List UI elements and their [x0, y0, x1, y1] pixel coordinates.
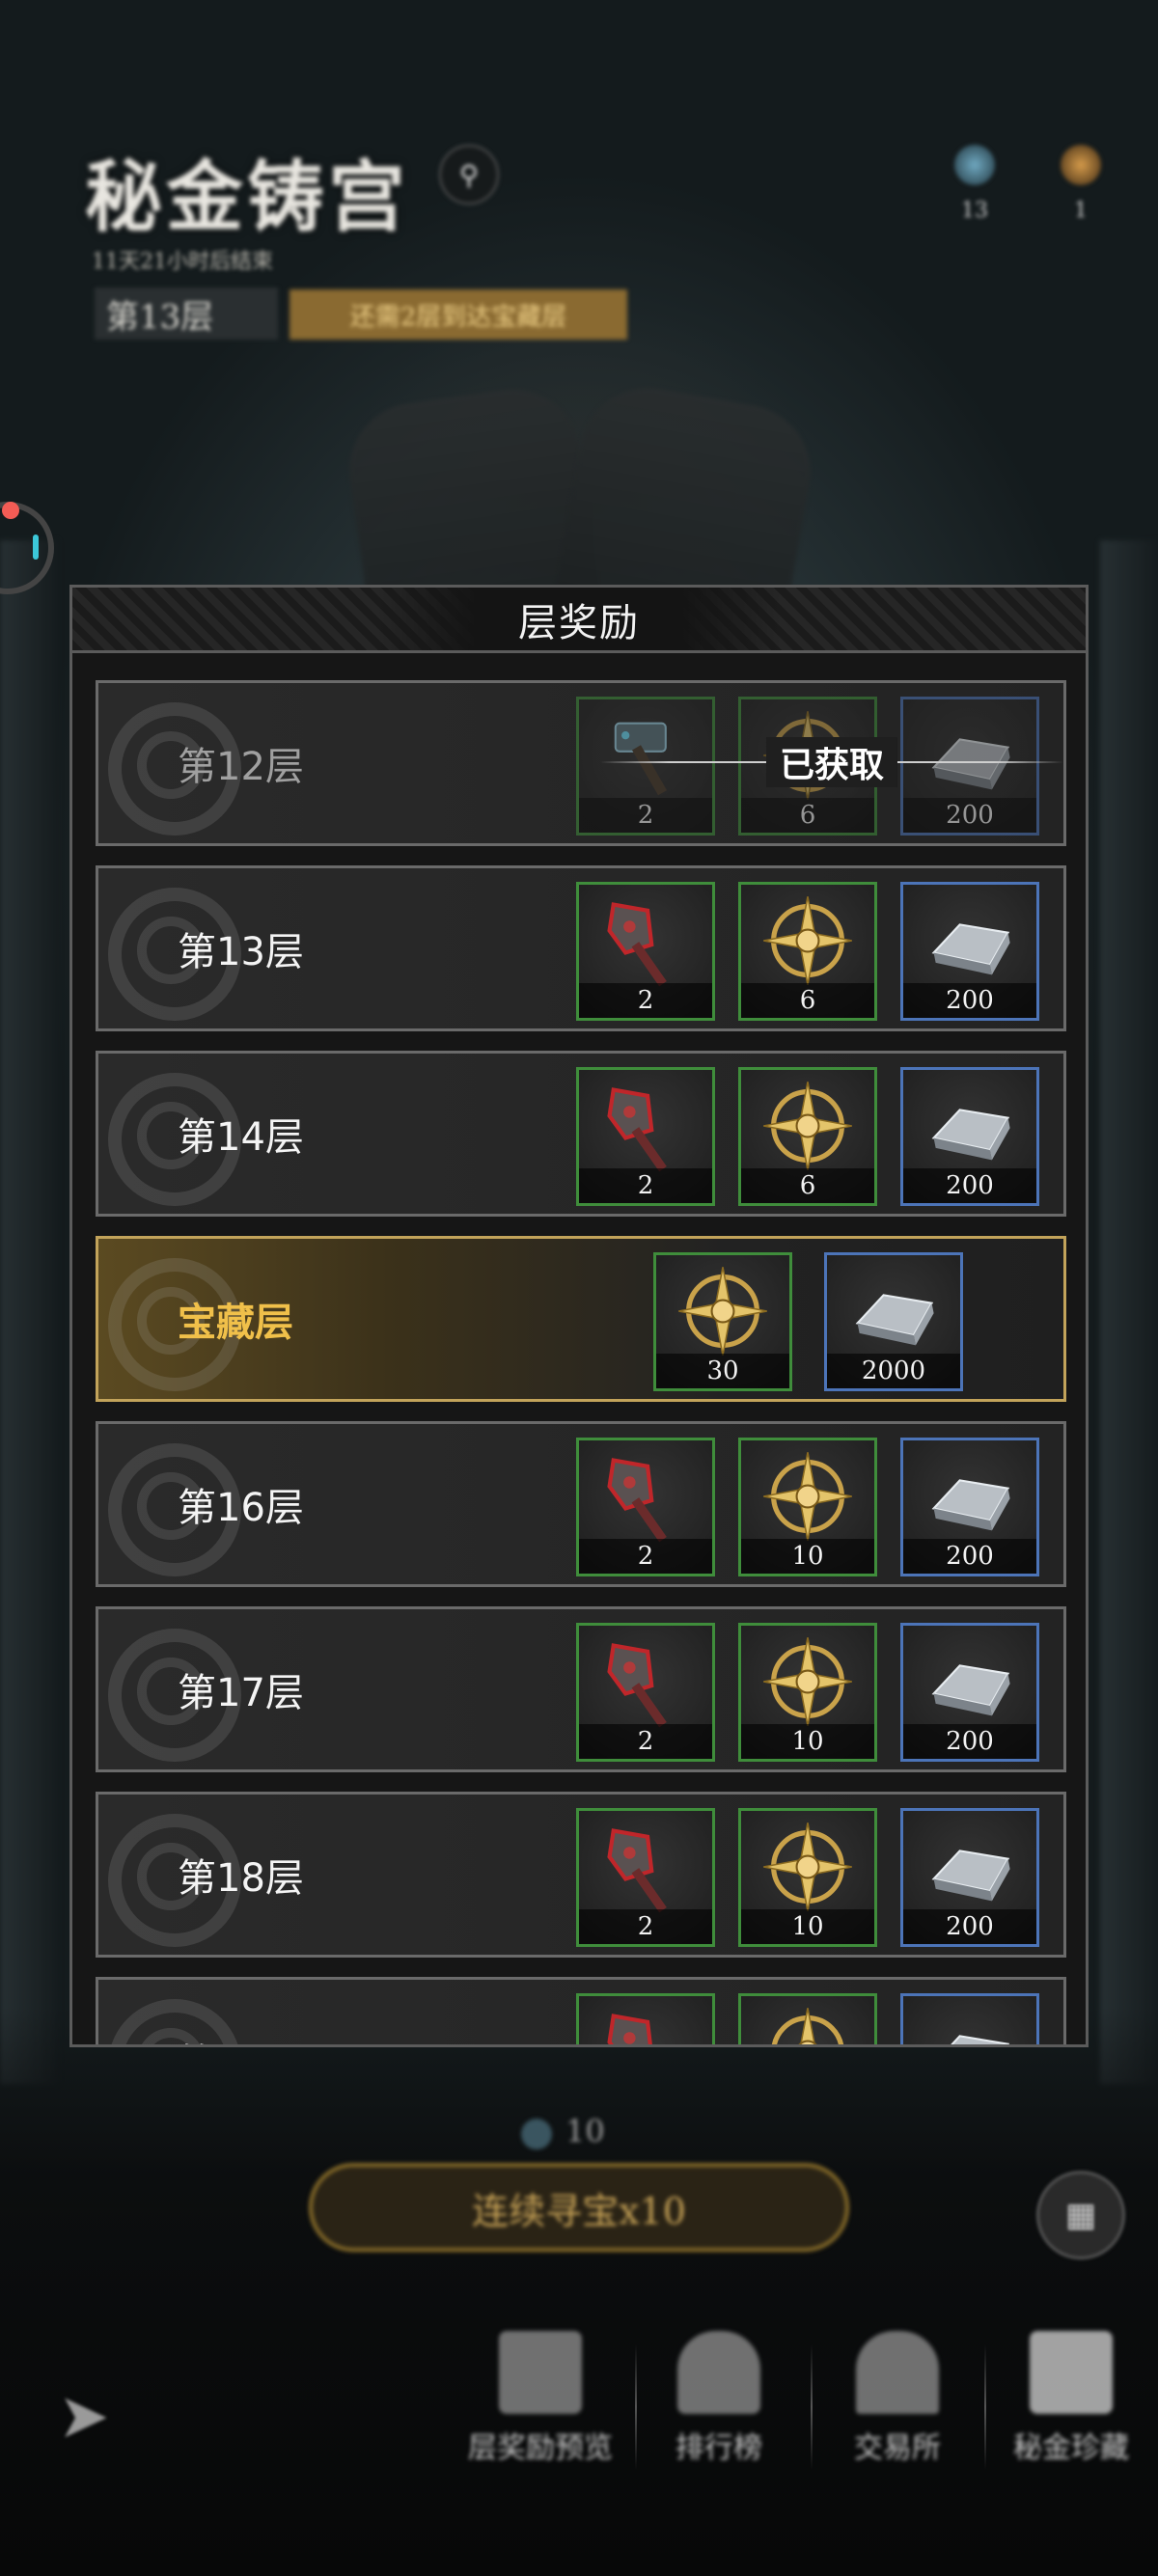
reward-item[interactable]: 2 — [576, 1067, 715, 1206]
reward-count: 6 — [741, 1168, 874, 1203]
reward-count: 200 — [903, 1168, 1036, 1203]
reward-count: 6 — [741, 983, 874, 1018]
nav-divider — [984, 2344, 986, 2470]
floor-label: 第19层 — [178, 1980, 304, 2044]
reward-item[interactable] — [738, 1993, 877, 2044]
statue-icon — [1030, 2331, 1113, 2414]
reward-row-treasure: 宝藏层 30 2000 — [96, 1236, 1066, 1402]
reward-count: 2 — [579, 1724, 712, 1759]
search-icon[interactable]: ⚲ — [439, 145, 499, 205]
reward-item[interactable]: 2 — [576, 697, 715, 836]
reward-item[interactable]: 2 — [576, 1438, 715, 1576]
floor-label: 宝藏层 — [178, 1301, 293, 1345]
reward-item[interactable]: 10 — [738, 1808, 877, 1947]
nav-label: 交易所 — [854, 2431, 941, 2465]
reward-item[interactable]: 6 — [738, 697, 877, 836]
reward-item[interactable]: 6 — [738, 882, 877, 1021]
reward-count: 10 — [741, 1539, 874, 1574]
reward-item[interactable]: 30 — [653, 1252, 792, 1391]
reward-row: 第16层 2 10 200 — [96, 1421, 1066, 1587]
reward-item[interactable]: 2 — [576, 882, 715, 1021]
reward-item[interactable]: 200 — [900, 1438, 1039, 1576]
reward-row: 第12层 2 6 200 已获取 — [96, 680, 1066, 846]
notification-dot — [2, 502, 19, 519]
reward-item[interactable]: 10 — [738, 1438, 877, 1576]
background-bottom-shade — [0, 2007, 1158, 2576]
reward-count: 6 — [741, 798, 874, 833]
floor-label: 第17层 — [178, 1671, 304, 1715]
reward-item[interactable]: 200 — [900, 1623, 1039, 1762]
floor-label: 第16层 — [178, 1486, 304, 1530]
floor-label: 第12层 — [178, 745, 304, 789]
reward-item[interactable]: 10 — [738, 1623, 877, 1762]
reward-count: 30 — [656, 1354, 789, 1388]
reward-count: 2 — [579, 1168, 712, 1203]
floor-reward-panel: 层奖励 第12层 2 6 200 已获取 第13层 2 6 200 第14层 2 6 200 宝藏层 30 2… — [69, 585, 1089, 2047]
reward-item[interactable]: 200 — [900, 1067, 1039, 1206]
chest-icon — [499, 2331, 582, 2414]
panel-title: 层奖励 — [518, 600, 640, 645]
reward-item[interactable]: 2 — [576, 1623, 715, 1762]
panel-header: 层奖励 — [72, 588, 1086, 653]
background-pillar-right — [1100, 540, 1158, 2084]
merchant-icon — [856, 2331, 939, 2414]
nav-label: 层奖励预览 — [468, 2431, 613, 2465]
reward-count: 10 — [741, 1724, 874, 1759]
inventory-icon[interactable]: ▦ — [1036, 2171, 1125, 2260]
nav-divider — [811, 2344, 813, 2470]
page-title: 秘金铸宫 — [85, 151, 409, 242]
reward-row: 第14层 2 6 200 — [96, 1051, 1066, 1217]
reward-count: 200 — [903, 1724, 1036, 1759]
reward-count: 2000 — [827, 1354, 960, 1388]
trophy-icon — [677, 2331, 760, 2414]
nav-label: 排行榜 — [676, 2431, 762, 2465]
resource-blue-gem[interactable]: 13 — [946, 145, 1004, 223]
reward-row: 第19层 — [96, 1977, 1066, 2044]
reward-row: 第18层 2 10 200 — [96, 1792, 1066, 1958]
blue-gem-icon — [521, 2118, 552, 2150]
reward-count: 10 — [741, 1909, 874, 1944]
resource-compass[interactable]: 1 — [1052, 145, 1110, 223]
reward-row: 第17层 2 10 200 — [96, 1606, 1066, 1772]
reward-count: 200 — [903, 1539, 1036, 1574]
floor-notice-banner: 还需2层到达宝藏层 — [290, 289, 627, 340]
reward-item[interactable]: 200 — [900, 1808, 1039, 1947]
resource-value: 13 — [961, 199, 988, 223]
nav-floor-reward-preview[interactable]: 层奖励预览 — [458, 2325, 622, 2489]
floor-label: 第14层 — [178, 1115, 304, 1160]
nav-exchange[interactable]: 交易所 — [815, 2325, 979, 2489]
floor-label: 第18层 — [178, 1856, 304, 1901]
reward-item[interactable]: 200 — [900, 882, 1039, 1021]
reward-item[interactable]: 200 — [900, 697, 1039, 836]
explore-cost: 10 — [521, 2113, 605, 2150]
event-countdown: 11天21小时后结束 — [92, 250, 273, 274]
reward-count: 200 — [903, 798, 1036, 833]
reward-count: 2 — [579, 1909, 712, 1944]
reward-item[interactable] — [576, 1993, 715, 2044]
nav-label: 秘金珍藏 — [1013, 2431, 1129, 2465]
compass-icon — [1061, 145, 1101, 185]
reward-item[interactable]: 2000 — [824, 1252, 963, 1391]
reward-count: 2 — [579, 1539, 712, 1574]
explore-cost-value: 10 — [565, 2113, 605, 2150]
reward-item[interactable] — [900, 1993, 1039, 2044]
nav-treasure-collection[interactable]: 秘金珍藏 — [989, 2325, 1153, 2489]
reward-row: 第13层 2 6 200 — [96, 865, 1066, 1031]
reward-item[interactable]: 2 — [576, 1808, 715, 1947]
reward-count: 2 — [579, 798, 712, 833]
reward-count: 2 — [579, 983, 712, 1018]
reward-count: 200 — [903, 983, 1036, 1018]
current-floor-tag: 第13层 — [95, 288, 278, 340]
background-pillar-left — [0, 540, 58, 2084]
reward-count: 200 — [903, 1909, 1036, 1944]
floor-label: 第13层 — [178, 930, 304, 974]
resource-value: 1 — [1074, 199, 1088, 223]
nav-leaderboard[interactable]: 排行榜 — [637, 2325, 801, 2489]
blue-gem-icon — [954, 145, 995, 185]
explore-x10-button[interactable]: 连续寻宝x10 — [309, 2163, 849, 2252]
back-arrow-icon[interactable]: ➤ — [58, 2381, 110, 2453]
reward-item[interactable]: 6 — [738, 1067, 877, 1206]
